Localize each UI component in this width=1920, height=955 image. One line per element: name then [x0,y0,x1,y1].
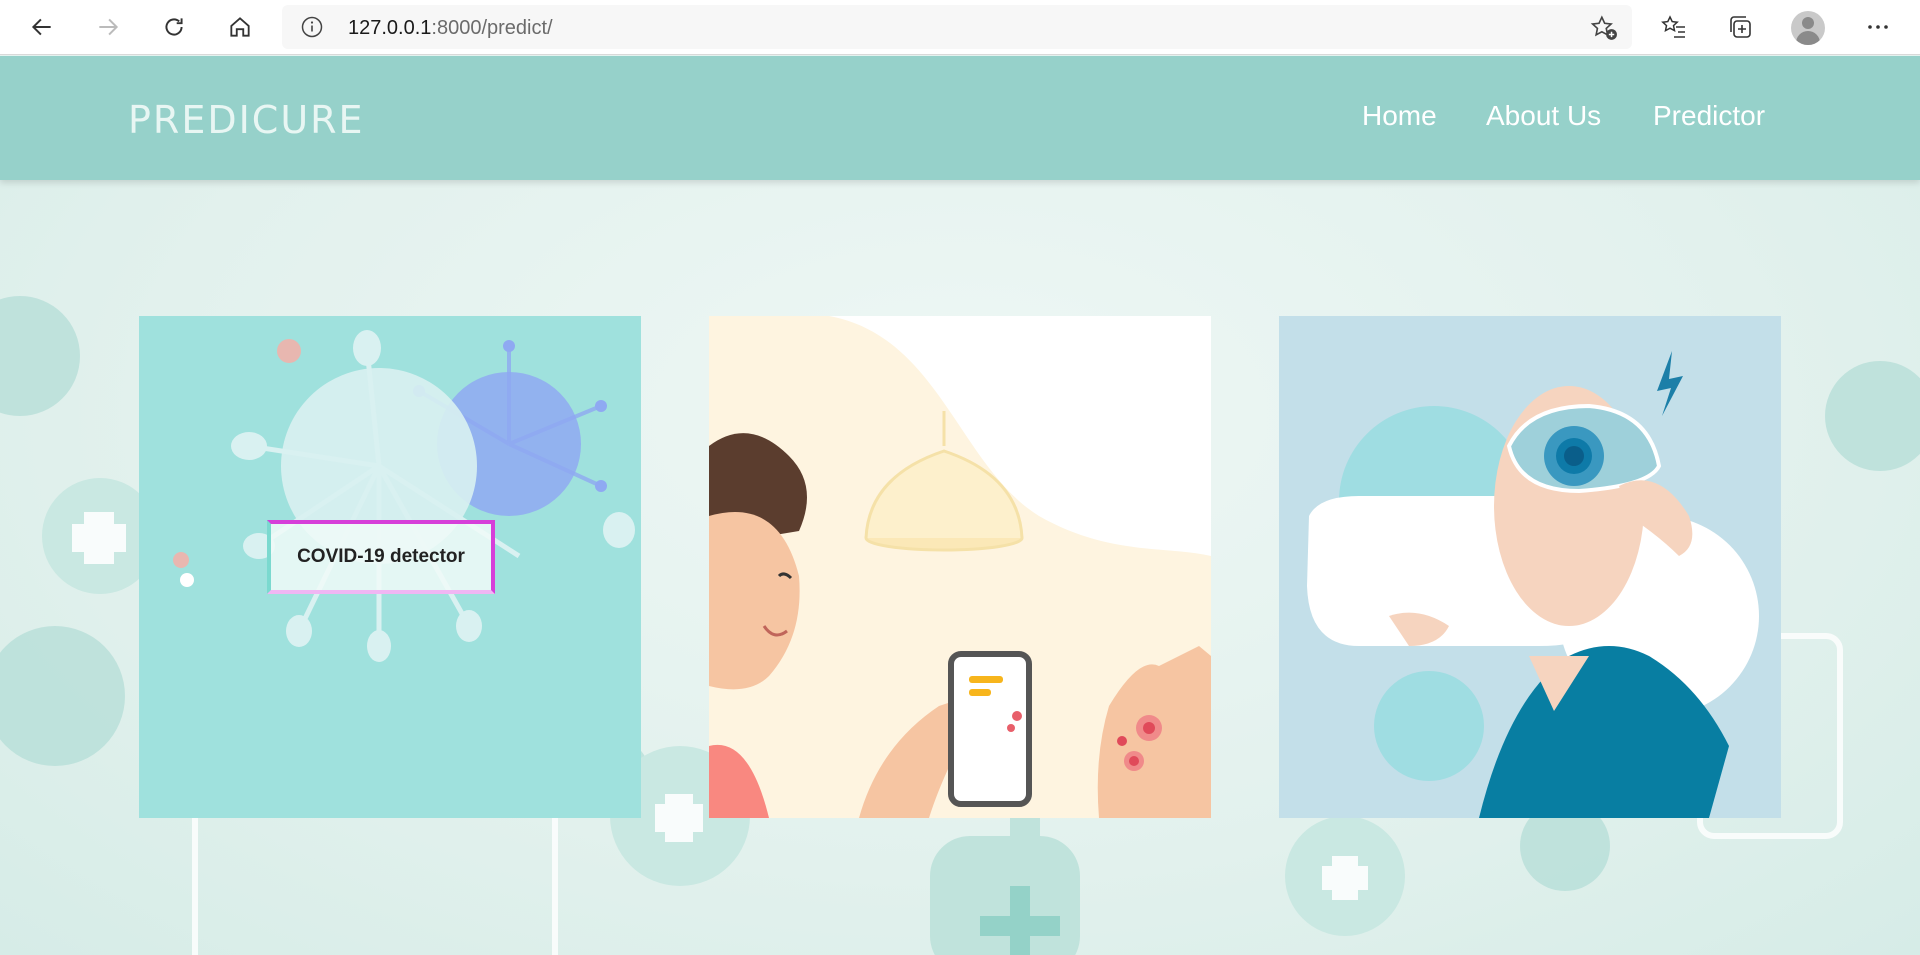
site-logo[interactable]: PREDICURE [128,98,365,142]
info-icon[interactable] [300,15,324,39]
nav-about-us[interactable]: About Us [1486,100,1601,132]
nav-home[interactable]: Home [1362,100,1437,132]
profile-avatar[interactable] [1791,11,1825,45]
page-content: PREDICURE Home About Us Predictor COVID-… [0,56,1920,955]
home-icon [230,17,250,37]
covid-card[interactable]: COVID-19 detector [139,316,641,818]
url-text[interactable]: 127.0.0.1:8000/predict/ [348,17,553,40]
skin-check-illustration [709,316,1211,818]
url-host: 127.0.0.1 [348,17,432,39]
brain-card[interactable] [1279,316,1781,818]
more-dots-icon [1868,25,1888,29]
address-bar[interactable]: 127.0.0.1:8000/predict/ [282,5,1632,49]
url-path: :8000/predict/ [431,17,553,39]
refresh-icon [165,18,183,36]
collections-icon [1730,16,1751,38]
favorites-list-icon [1661,15,1685,38]
refresh-button[interactable] [154,8,194,46]
nav-predictor[interactable]: Predictor [1653,100,1765,132]
browser-toolbar: 127.0.0.1:8000/predict/ [0,0,1920,55]
back-button[interactable] [22,8,62,46]
add-favorite-icon[interactable] [1590,15,1618,41]
back-arrow-icon [31,18,51,36]
skin-disease-card[interactable] [709,316,1211,818]
brain-headache-illustration [1279,316,1781,818]
site-navbar: PREDICURE Home About Us Predictor [0,56,1920,180]
forward-button[interactable] [88,8,128,46]
forward-arrow-icon [99,18,119,36]
covid-detector-button[interactable]: COVID-19 detector [267,520,495,594]
more-menu-button[interactable] [1858,8,1898,46]
home-button[interactable] [220,8,260,46]
collections-button[interactable] [1720,8,1760,46]
favorites-button[interactable] [1654,8,1694,46]
